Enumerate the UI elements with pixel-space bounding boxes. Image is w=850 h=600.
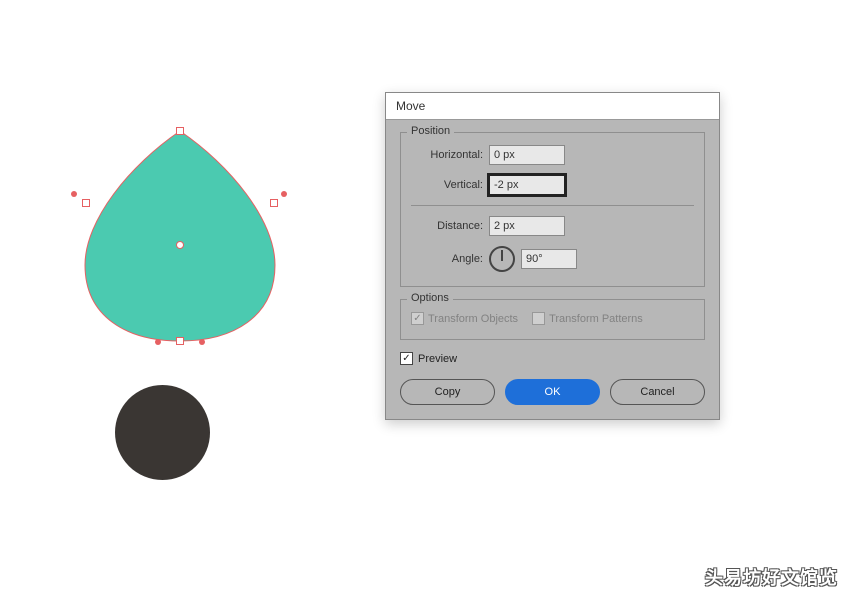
vertical-input[interactable]	[489, 175, 565, 195]
vertical-label: Vertical:	[411, 179, 483, 191]
checkbox-icon	[400, 352, 413, 365]
position-fieldset: Position Horizontal: Vertical: Distance:…	[400, 132, 705, 287]
vector-canvas[interactable]	[75, 125, 315, 485]
transform-objects-label: Transform Objects	[428, 313, 518, 325]
drop-shape-selected[interactable]	[75, 125, 285, 345]
dialog-title: Move	[396, 99, 425, 113]
bezier-handle[interactable]	[71, 191, 77, 197]
divider	[411, 205, 694, 206]
checkbox-icon	[411, 312, 424, 325]
center-point[interactable]	[176, 241, 184, 249]
checkbox-icon	[532, 312, 545, 325]
angle-input[interactable]	[521, 249, 577, 269]
distance-label: Distance:	[411, 220, 483, 232]
preview-checkbox[interactable]: Preview	[400, 352, 705, 365]
move-dialog: Move Position Horizontal: Vertical: Dist…	[385, 92, 720, 420]
ok-button[interactable]: OK	[505, 379, 600, 405]
bezier-handle[interactable]	[281, 191, 287, 197]
bezier-handle[interactable]	[155, 339, 161, 345]
angle-dial[interactable]	[489, 246, 515, 272]
cancel-button[interactable]: Cancel	[610, 379, 705, 405]
options-fieldset: Options Transform Objects Transform Patt…	[400, 299, 705, 340]
horizontal-label: Horizontal:	[411, 149, 483, 161]
distance-input[interactable]	[489, 216, 565, 236]
position-legend: Position	[407, 125, 454, 137]
drop-path[interactable]	[85, 131, 275, 341]
transform-patterns-checkbox: Transform Patterns	[532, 312, 643, 325]
circle-shape[interactable]	[115, 385, 210, 480]
horizontal-input[interactable]	[489, 145, 565, 165]
copy-button[interactable]: Copy	[400, 379, 495, 405]
anchor-point[interactable]	[176, 337, 184, 345]
anchor-point[interactable]	[176, 127, 184, 135]
transform-patterns-label: Transform Patterns	[549, 313, 643, 325]
transform-objects-checkbox: Transform Objects	[411, 312, 518, 325]
angle-label: Angle:	[411, 253, 483, 265]
button-row: Copy OK Cancel	[400, 379, 705, 405]
anchor-point[interactable]	[270, 199, 278, 207]
dialog-titlebar[interactable]: Move	[386, 93, 719, 120]
anchor-point[interactable]	[82, 199, 90, 207]
options-legend: Options	[407, 292, 453, 304]
watermark-text: 头易坊好文馆览	[705, 564, 838, 590]
bezier-handle[interactable]	[199, 339, 205, 345]
preview-label: Preview	[418, 353, 457, 365]
